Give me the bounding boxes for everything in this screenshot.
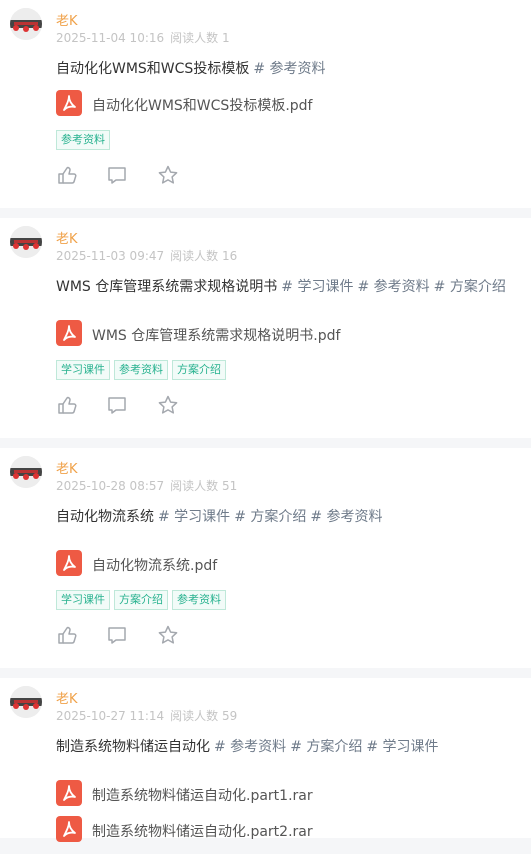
hashtag-link[interactable]: # 学习课件 [281, 279, 353, 295]
pdf-file-icon [56, 780, 82, 806]
thumbs-up-icon[interactable] [56, 164, 78, 186]
star-icon[interactable] [157, 164, 179, 186]
read-count: 阅读人数 59 [170, 709, 238, 723]
read-count: 阅读人数 1 [170, 31, 230, 45]
attachment-name[interactable]: 制造系统物料储运自动化.part1.rar [92, 785, 313, 805]
star-icon[interactable] [157, 394, 179, 416]
thumbs-up-icon[interactable] [56, 394, 78, 416]
thumbs-up-icon[interactable] [56, 624, 78, 646]
post-meta: 2025-11-03 09:47 阅读人数 16 [56, 247, 243, 264]
hashtag-link[interactable]: # 参考资料 [214, 739, 286, 755]
attachment-file[interactable]: 制造系统物料储运自动化.part1.rar [56, 780, 516, 806]
attachment-name[interactable]: 制造系统物料储运自动化.part2.rar [92, 821, 313, 841]
hashtag-link[interactable]: # 参考资料 [253, 61, 325, 77]
post-title-text[interactable]: WMS 仓库管理系统需求规格说明书 [56, 279, 277, 295]
category-badges: 学习课件 方案介绍 参考资料 [56, 588, 230, 610]
avatar[interactable] [10, 8, 42, 40]
category-badge[interactable]: 参考资料 [172, 590, 226, 610]
author-name[interactable]: 老K [56, 10, 78, 29]
post-date: 2025-11-03 09:47 [56, 249, 165, 263]
category-badge[interactable]: 学习课件 [56, 590, 110, 610]
post-card[interactable]: 老K 2025-10-28 08:57 阅读人数 51 自动化物流系统 # 学习课件 # … [0, 448, 531, 668]
post-date: 2025-11-04 10:16 [56, 31, 165, 45]
hashtag-link[interactable]: # 学习课件 [366, 739, 438, 755]
post-meta: 2025-11-04 10:16 阅读人数 1 [56, 29, 236, 46]
post-card[interactable]: 老K 2025-11-03 09:47 阅读人数 16 WMS 仓库管理系统需求规格说… [0, 218, 531, 438]
hashtag-link[interactable]: # 方案介绍 [434, 279, 506, 295]
avatar[interactable] [10, 456, 42, 488]
hashtag-link[interactable]: # 参考资料 [357, 279, 429, 295]
category-badge[interactable]: 方案介绍 [114, 590, 168, 610]
comment-icon[interactable] [106, 624, 128, 646]
post-meta: 2025-10-28 08:57 阅读人数 51 [56, 477, 243, 494]
pdf-file-icon [56, 320, 82, 346]
category-badge[interactable]: 方案介绍 [172, 360, 226, 380]
hashtag-link[interactable]: # 方案介绍 [290, 739, 362, 755]
author-name[interactable]: 老K [56, 688, 78, 707]
attachment-file[interactable]: 自动化物流系统.pdf [56, 550, 516, 576]
attachment-name[interactable]: 自动化化WMS和WCS投标模板.pdf [92, 95, 312, 115]
post-title[interactable]: 自动化化WMS和WCS投标模板 # 参考资料 [56, 58, 326, 78]
post-title[interactable]: 制造系统物料储运自动化 # 参考资料 # 方案介绍 # 学习课件 [56, 736, 439, 756]
post-actions [56, 394, 216, 416]
post-title[interactable]: 自动化物流系统 # 学习课件 # 方案介绍 # 参考资料 [56, 506, 383, 526]
attachment-name[interactable]: WMS 仓库管理系统需求规格说明书.pdf [92, 325, 340, 345]
category-badge[interactable]: 参考资料 [56, 130, 110, 150]
category-badges: 参考资料 [56, 128, 114, 150]
category-badge[interactable]: 学习课件 [56, 360, 110, 380]
read-count: 阅读人数 51 [170, 479, 238, 493]
post-actions [56, 164, 216, 186]
category-badges: 学习课件 参考资料 方案介绍 [56, 358, 230, 380]
author-name[interactable]: 老K [56, 458, 78, 477]
post-meta: 2025-10-27 11:14 阅读人数 59 [56, 707, 243, 724]
post-card[interactable]: 老K 2025-10-27 11:14 阅读人数 59 制造系统物料储运自动化 # 参考… [0, 678, 531, 842]
author-name[interactable]: 老K [56, 228, 78, 247]
pdf-file-icon [56, 816, 82, 842]
post-date: 2025-10-28 08:57 [56, 479, 165, 493]
attachment-file[interactable]: 自动化化WMS和WCS投标模板.pdf [56, 90, 516, 116]
avatar[interactable] [10, 686, 42, 718]
avatar[interactable] [10, 226, 42, 258]
comment-icon[interactable] [106, 394, 128, 416]
hashtag-link[interactable]: # 方案介绍 [234, 509, 306, 525]
pdf-file-icon [56, 90, 82, 116]
post-card[interactable]: 老K 2025-11-04 10:16 阅读人数 1 自动化化WMS和WCS投标模板 #… [0, 0, 531, 208]
attachment-file[interactable]: 制造系统物料储运自动化.part2.rar [56, 816, 516, 842]
read-count: 阅读人数 16 [170, 249, 238, 263]
post-title-text[interactable]: 自动化化WMS和WCS投标模板 [56, 61, 249, 77]
star-icon[interactable] [157, 624, 179, 646]
category-badge[interactable]: 参考资料 [114, 360, 168, 380]
post-title-text[interactable]: 自动化物流系统 [56, 509, 154, 525]
pdf-file-icon [56, 550, 82, 576]
post-date: 2025-10-27 11:14 [56, 709, 165, 723]
hashtag-link[interactable]: # 学习课件 [158, 509, 230, 525]
hashtag-link[interactable]: # 参考资料 [310, 509, 382, 525]
post-title[interactable]: WMS 仓库管理系统需求规格说明书 # 学习课件 # 参考资料 # 方案介绍 [56, 276, 506, 296]
comment-icon[interactable] [106, 164, 128, 186]
attachment-file[interactable]: WMS 仓库管理系统需求规格说明书.pdf [56, 320, 516, 346]
attachment-name[interactable]: 自动化物流系统.pdf [92, 555, 217, 575]
post-actions [56, 624, 216, 646]
post-title-text[interactable]: 制造系统物料储运自动化 [56, 739, 210, 755]
post-feed: 老K 2025-11-04 10:16 阅读人数 1 自动化化WMS和WCS投标模板 #… [0, 0, 531, 842]
